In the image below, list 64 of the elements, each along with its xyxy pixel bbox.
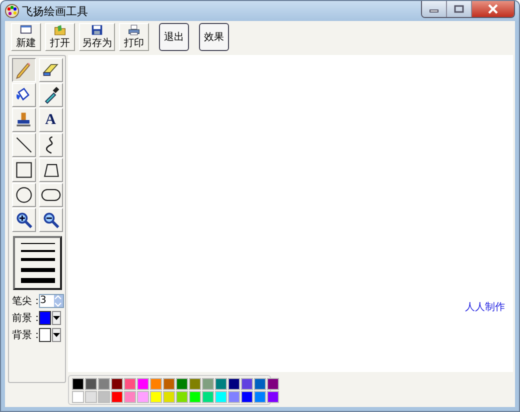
- button[interactable]: 效果: [199, 23, 229, 51]
- rectangle-icon: [14, 160, 34, 180]
- color-swatch[interactable]: [202, 378, 214, 390]
- color-swatch[interactable]: [98, 391, 110, 403]
- color-swatch[interactable]: [241, 378, 253, 390]
- maximize-button[interactable]: [446, 1, 471, 17]
- color-dropdown[interactable]: [39, 311, 61, 325]
- field-label: 背景：: [12, 328, 38, 342]
- diagonal-line-icon: [14, 135, 34, 155]
- color-swatch[interactable]: [137, 378, 149, 390]
- tool-button[interactable]: A: [38, 108, 62, 132]
- button[interactable]: 打开: [45, 23, 75, 51]
- spinner-field[interactable]: 3: [39, 294, 64, 308]
- color-dropdown[interactable]: [39, 328, 61, 342]
- caret-icon: [53, 316, 60, 320]
- circle-icon: [14, 185, 34, 205]
- close-icon: [487, 4, 499, 14]
- color-swatch[interactable]: [150, 378, 162, 390]
- color-swatch[interactable]: [176, 378, 188, 390]
- palette-icon: [5, 4, 19, 18]
- zoom-out-icon: [40, 210, 60, 230]
- color-swatch[interactable]: [150, 391, 162, 403]
- field-label: 笔尖：: [12, 294, 38, 308]
- drawing-canvas[interactable]: 人人制作: [68, 55, 513, 372]
- color-swatch[interactable]: [111, 391, 123, 403]
- color-swatch[interactable]: [124, 378, 136, 390]
- color-swatch[interactable]: [176, 391, 188, 403]
- color-swatch[interactable]: [202, 391, 214, 403]
- color-swatch[interactable]: [254, 378, 266, 390]
- color-swatch[interactable]: [241, 391, 253, 403]
- color-swatch[interactable]: [267, 378, 279, 390]
- color-swatch[interactable]: [215, 391, 227, 403]
- color-swatch[interactable]: [137, 391, 149, 403]
- color-swatch[interactable]: [267, 391, 279, 403]
- button[interactable]: 新建: [11, 23, 41, 51]
- color-swatch[interactable]: [163, 378, 175, 390]
- color-swatch[interactable]: [72, 378, 84, 390]
- line-width-picker[interactable]: [13, 236, 62, 290]
- color-swatch[interactable]: [228, 378, 240, 390]
- color-swatch[interactable]: [189, 378, 201, 390]
- caption-label: 人人制作: [465, 300, 505, 314]
- spinner-arrows-icon: [54, 294, 62, 308]
- squiggle-icon: [46, 135, 55, 155]
- maximize-icon: [454, 5, 464, 13]
- caret-icon: [53, 333, 60, 337]
- color-swatch[interactable]: [85, 378, 97, 390]
- zoom-in-icon: [14, 210, 34, 230]
- color-swatch[interactable]: [72, 391, 84, 403]
- button[interactable]: 打印: [119, 23, 149, 51]
- color-swatch[interactable]: [254, 391, 266, 403]
- color-swatch[interactable]: [85, 391, 97, 403]
- color-swatch[interactable]: [163, 391, 175, 403]
- color-swatch[interactable]: [189, 391, 201, 403]
- close-button[interactable]: [471, 1, 514, 17]
- color-swatch[interactable]: [124, 391, 136, 403]
- button[interactable]: 退出: [159, 23, 189, 51]
- button[interactable]: 另存为: [79, 23, 115, 51]
- field-label: 前景：: [12, 312, 38, 325]
- color-swatch[interactable]: [228, 391, 240, 403]
- window-title: 飞扬绘画工具: [22, 4, 88, 18]
- color-swatch[interactable]: [98, 378, 110, 390]
- color-swatch[interactable]: [215, 378, 227, 390]
- color-swatch[interactable]: [111, 378, 123, 390]
- minimize-button[interactable]: [422, 1, 446, 17]
